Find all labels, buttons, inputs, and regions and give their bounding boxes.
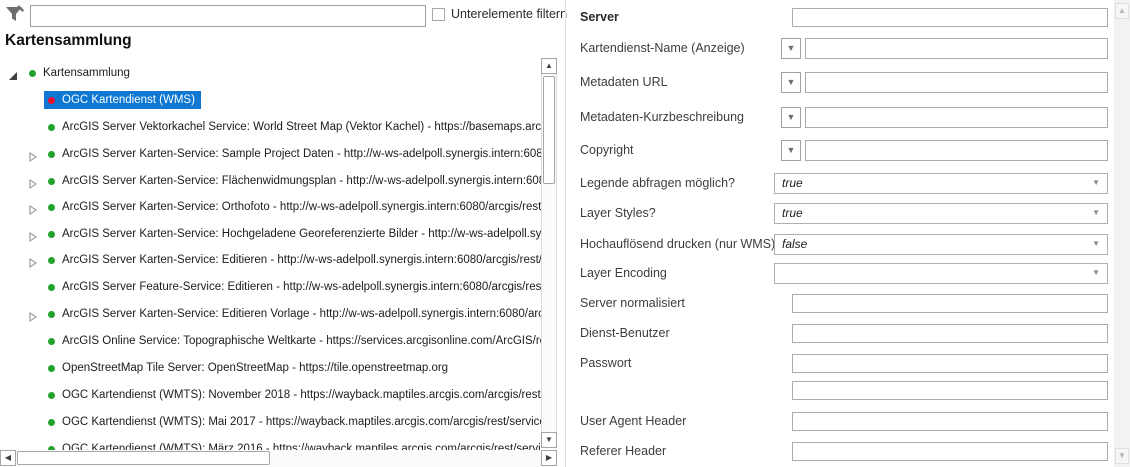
status-dot-green bbox=[48, 151, 55, 158]
status-dot-green bbox=[48, 124, 55, 131]
tree-vertical-scrollbar[interactable]: ▲ ▼ bbox=[541, 58, 557, 448]
status-dot-green bbox=[48, 419, 55, 426]
tree-item[interactable]: ArcGIS Server Karten-Service: Hochgelade… bbox=[0, 225, 541, 243]
passwort-label: Passwort bbox=[580, 353, 631, 374]
referer-header-input[interactable] bbox=[792, 442, 1108, 461]
status-dot-green bbox=[48, 392, 55, 399]
status-dot-green bbox=[48, 338, 55, 345]
metadaten-kurzbeschreibung-input[interactable] bbox=[805, 107, 1108, 128]
tree-item[interactable]: ArcGIS Server Vektorkachel Service: Worl… bbox=[0, 118, 541, 136]
metadaten-url-label: Metadaten URL bbox=[580, 72, 668, 93]
copyright-dropdown-button[interactable]: ▼ bbox=[781, 140, 801, 161]
chevron-down-icon: ▼ bbox=[787, 44, 796, 53]
page-title: Kartensammlung bbox=[5, 32, 132, 50]
layer-encoding-combobox[interactable]: ▼ bbox=[774, 263, 1108, 284]
expander-collapsed-icon[interactable] bbox=[28, 229, 38, 239]
chevron-down-icon: ▼ bbox=[1092, 269, 1100, 277]
vertical-scroll-thumb[interactable] bbox=[543, 76, 555, 184]
kartendienst-name-dropdown-button[interactable]: ▼ bbox=[781, 38, 801, 59]
tree-item[interactable]: ArcGIS Server Feature-Service: Editieren… bbox=[0, 278, 541, 296]
expander-expanded-icon[interactable] bbox=[8, 68, 18, 78]
filter-funnel-edit-icon bbox=[4, 4, 26, 26]
chevron-down-icon: ▼ bbox=[787, 113, 796, 122]
server-normalisiert-input[interactable] bbox=[792, 294, 1108, 313]
layer-encoding-label: Layer Encoding bbox=[580, 263, 667, 284]
expander-collapsed-icon[interactable] bbox=[28, 202, 38, 212]
user-agent-header-label: User Agent Header bbox=[580, 411, 686, 432]
horizontal-scroll-thumb[interactable] bbox=[17, 451, 270, 465]
server-label: Server bbox=[580, 7, 619, 28]
tree-item[interactable]: OGC Kartendienst (WMTS): Mai 2017 - http… bbox=[0, 413, 541, 431]
chevron-down-icon: ▼ bbox=[787, 78, 796, 87]
metadaten-url-dropdown-button[interactable]: ▼ bbox=[781, 72, 801, 93]
expander-collapsed-icon[interactable] bbox=[28, 255, 38, 265]
status-dot-green bbox=[48, 365, 55, 372]
scroll-down-icon[interactable]: ▼ bbox=[541, 432, 557, 448]
passwort-input[interactable] bbox=[792, 354, 1108, 373]
map-collection-tree: Kartensammlung OGC Kartendienst (WMS) Ar… bbox=[0, 58, 541, 450]
tree-horizontal-scrollbar[interactable]: ◀ ▶ bbox=[0, 450, 557, 467]
tree-item[interactable]: OGC Kartendienst (WMTS): März 2016 - htt… bbox=[0, 440, 541, 450]
tree-item[interactable]: ArcGIS Server Karten-Service: Flächenwid… bbox=[0, 172, 541, 190]
kartendienst-name-input[interactable] bbox=[805, 38, 1108, 59]
metadaten-kurzbeschreibung-dropdown-button[interactable]: ▼ bbox=[781, 107, 801, 128]
subelements-filter-label[interactable]: Unterelemente filtern bbox=[451, 7, 567, 21]
tree-item[interactable]: ArcGIS Server Karten-Service: Sample Pro… bbox=[0, 145, 541, 163]
form-vertical-scrollbar[interactable]: ▲ ▼ bbox=[1114, 0, 1130, 467]
metadaten-url-input[interactable] bbox=[805, 72, 1108, 93]
tree-item[interactable]: ArcGIS Server Karten-Service: Orthofoto … bbox=[0, 198, 541, 216]
tree-item[interactable]: ArcGIS Server Karten-Service: Editieren … bbox=[0, 251, 541, 269]
server-input[interactable] bbox=[792, 8, 1108, 27]
map-collection-window: Unterelemente filtern Kartensammlung Kar… bbox=[0, 0, 1130, 467]
tree-item[interactable]: OGC Kartendienst (WMTS): November 2018 -… bbox=[0, 386, 541, 404]
filter-input[interactable] bbox=[30, 5, 426, 27]
tree-item[interactable]: OpenStreetMap Tile Server: OpenStreetMap… bbox=[0, 359, 541, 377]
copyright-input[interactable] bbox=[805, 140, 1108, 161]
scroll-right-icon[interactable]: ▶ bbox=[541, 450, 557, 466]
chevron-down-icon: ▼ bbox=[1092, 240, 1100, 248]
layer-styles-label: Layer Styles? bbox=[580, 203, 656, 224]
status-dot-green bbox=[48, 231, 55, 238]
status-dot-green bbox=[48, 284, 55, 291]
status-dot-green bbox=[48, 257, 55, 264]
status-dot-green bbox=[48, 311, 55, 318]
dienst-benutzer-label: Dienst-Benutzer bbox=[580, 323, 670, 344]
expander-collapsed-icon[interactable] bbox=[28, 149, 38, 159]
service-properties-form: Server Kartendienst-Name (Anzeige) ▼ Met… bbox=[566, 0, 1114, 467]
server-normalisiert-label: Server normalisiert bbox=[580, 293, 685, 314]
referer-header-label: Referer Header bbox=[580, 441, 666, 462]
chevron-down-icon: ▼ bbox=[1092, 179, 1100, 187]
scroll-up-icon[interactable]: ▲ bbox=[1115, 3, 1129, 19]
tree-item-root[interactable]: Kartensammlung bbox=[0, 64, 541, 82]
status-dot-green bbox=[48, 178, 55, 185]
copyright-label: Copyright bbox=[580, 140, 634, 161]
status-dot-red bbox=[48, 97, 55, 104]
dienst-benutzer-input[interactable] bbox=[792, 324, 1108, 343]
metadaten-kurzbeschreibung-label: Metadaten-Kurzbeschreibung bbox=[580, 107, 744, 128]
tree-item[interactable]: ArcGIS Online Service: Topographische We… bbox=[0, 332, 541, 350]
expander-collapsed-icon[interactable] bbox=[28, 309, 38, 319]
passwort-confirm-input[interactable] bbox=[792, 381, 1108, 400]
kartendienst-name-label: Kartendienst-Name (Anzeige) bbox=[580, 38, 745, 59]
hochaufloesend-drucken-combobox[interactable]: false ▼ bbox=[774, 234, 1108, 255]
tree-item[interactable]: ArcGIS Server Karten-Service: Editieren … bbox=[0, 305, 541, 323]
legende-abfragen-combobox[interactable]: true ▼ bbox=[774, 173, 1108, 194]
layer-styles-combobox[interactable]: true ▼ bbox=[774, 203, 1108, 224]
status-dot-green bbox=[29, 70, 36, 77]
hochaufloesend-drucken-label: Hochauflösend drucken (nur WMS)? bbox=[580, 234, 782, 255]
scroll-down-icon[interactable]: ▼ bbox=[1115, 448, 1129, 464]
status-dot-green bbox=[48, 204, 55, 211]
chevron-down-icon: ▼ bbox=[787, 146, 796, 155]
chevron-down-icon: ▼ bbox=[1092, 209, 1100, 217]
scroll-left-icon[interactable]: ◀ bbox=[0, 450, 16, 466]
legende-abfragen-label: Legende abfragen möglich? bbox=[580, 173, 735, 194]
user-agent-header-input[interactable] bbox=[792, 412, 1108, 431]
scroll-up-icon[interactable]: ▲ bbox=[541, 58, 557, 74]
expander-collapsed-icon[interactable] bbox=[28, 176, 38, 186]
tree-item-selected[interactable]: OGC Kartendienst (WMS) bbox=[0, 91, 541, 109]
subelements-filter-checkbox[interactable] bbox=[432, 8, 445, 21]
